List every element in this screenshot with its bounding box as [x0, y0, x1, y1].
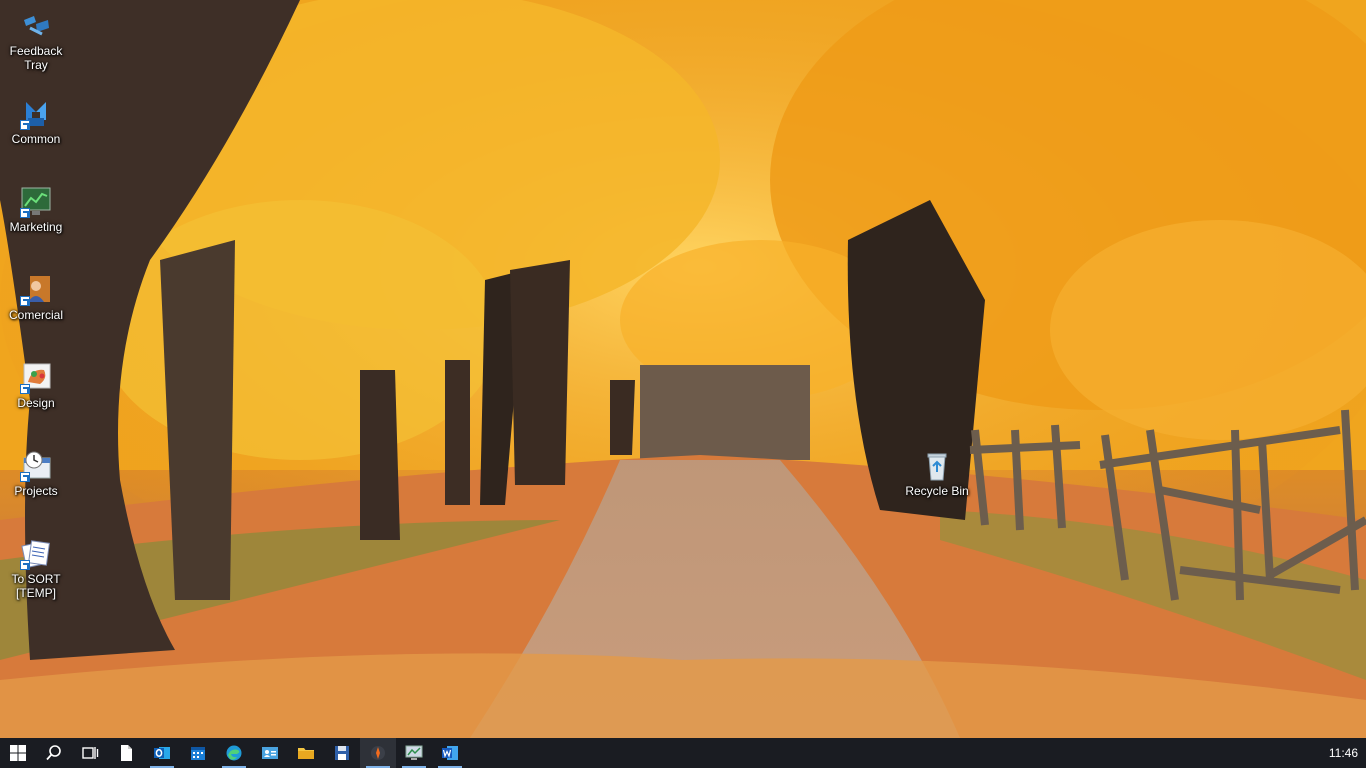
- search-icon: [45, 744, 63, 762]
- outlook-button[interactable]: [144, 738, 180, 768]
- word-icon: [441, 744, 459, 762]
- contacts-button[interactable]: [252, 738, 288, 768]
- outlook-icon: [153, 744, 171, 762]
- word-button[interactable]: [432, 738, 468, 768]
- paint-palette-icon: [20, 362, 52, 394]
- calendar-clock-icon: [20, 450, 52, 482]
- task-view-icon: [81, 744, 99, 762]
- shortcut-arrow-icon: [20, 472, 30, 482]
- desktop-icon-label: Comercial: [8, 308, 63, 322]
- desktop-icon-recycle-bin[interactable]: Recycle Bin: [901, 450, 973, 498]
- edge-icon: [225, 744, 243, 762]
- floppy-icon: [333, 744, 351, 762]
- document-icon: [117, 744, 135, 762]
- task-view-button[interactable]: [72, 738, 108, 768]
- documents-stack-icon: [20, 538, 52, 570]
- taskbar-clock[interactable]: 11:46: [1329, 738, 1358, 768]
- shortcut-arrow-icon: [20, 296, 30, 306]
- desktop-icon-feedback-tray[interactable]: Feedback Tray: [0, 10, 72, 72]
- shortcut-arrow-icon: [20, 384, 30, 394]
- desktop-icon-marketing[interactable]: Marketing: [0, 186, 72, 234]
- shortcut-arrow-icon: [20, 208, 30, 218]
- desktop-icon-to-sort-temp[interactable]: To SORT [TEMP]: [0, 538, 72, 600]
- desktop-icon-label: Recycle Bin: [905, 484, 969, 498]
- taskbar: 11:46: [0, 738, 1366, 768]
- desktop-icon-projects[interactable]: Projects: [0, 450, 72, 498]
- desktop-icon-label: Design: [17, 396, 55, 410]
- calendar-icon: [189, 744, 207, 762]
- file-explorer-button[interactable]: [288, 738, 324, 768]
- media-app-button[interactable]: [360, 738, 396, 768]
- contact-card-icon: [261, 744, 279, 762]
- start-button[interactable]: [0, 738, 36, 768]
- chart-monitor-icon: [20, 186, 52, 218]
- desktop-icon-label: Feedback Tray: [9, 44, 63, 72]
- calendar-button[interactable]: [180, 738, 216, 768]
- media-icon: [369, 744, 387, 762]
- person-box-icon: [20, 274, 52, 306]
- feedback-tray-icon: [20, 10, 52, 42]
- autumn-path-image: [0, 0, 1366, 738]
- recycle-bin-icon: [921, 450, 953, 482]
- edge-button[interactable]: [216, 738, 252, 768]
- desktop-icon-label: To SORT [TEMP]: [11, 572, 61, 600]
- desktop-icon-design[interactable]: Design: [0, 362, 72, 410]
- desktop-icon-label: Common: [11, 132, 61, 146]
- desktop-icon-label: Projects: [14, 484, 58, 498]
- remote-desktop-button[interactable]: [396, 738, 432, 768]
- desktop-icon-comercial[interactable]: Comercial: [0, 274, 72, 322]
- shortcut-arrow-icon: [20, 560, 30, 570]
- search-button[interactable]: [36, 738, 72, 768]
- notepad-button[interactable]: [108, 738, 144, 768]
- desktop-wallpaper: [0, 0, 1366, 738]
- desktop-icon-label: Marketing: [9, 220, 63, 234]
- folder-icon: [297, 744, 315, 762]
- arrows-folder-icon: [20, 98, 52, 130]
- save-app-button[interactable]: [324, 738, 360, 768]
- shortcut-arrow-icon: [20, 120, 30, 130]
- monitor-icon: [405, 744, 423, 762]
- windows-logo-icon: [9, 744, 27, 762]
- desktop-icon-common[interactable]: Common: [0, 98, 72, 146]
